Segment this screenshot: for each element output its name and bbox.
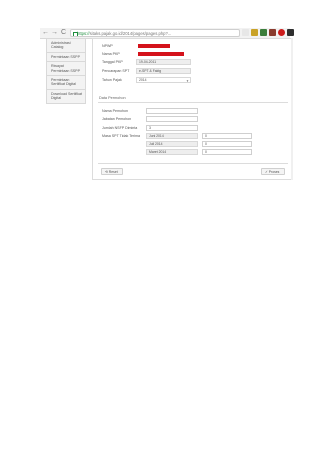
proses-button[interactable]: ✓ Proses xyxy=(261,168,285,175)
jumlah-label: Jumlah NSFP Diminta xyxy=(102,126,138,130)
sidebar-item-riwayat[interactable]: Riwayat Permintaan SSPP xyxy=(46,62,86,77)
pencetak-value: e-SPT & Faktg xyxy=(136,68,191,74)
reset-label: Reset xyxy=(108,170,118,174)
tahun-value: 2014 xyxy=(139,78,147,82)
jabatan-input[interactable] xyxy=(146,116,198,122)
nama-pemohon-input[interactable] xyxy=(146,108,198,114)
main-panel: NPWP Nama PKP Tanggal PKP 19-04-2011 Pen… xyxy=(92,38,292,180)
chevron-down-icon: ▼ xyxy=(186,78,189,83)
sidebar-item-administrasi[interactable]: Administrasi Catalog xyxy=(46,38,86,53)
extension-icon[interactable] xyxy=(278,29,285,36)
extension-icon[interactable] xyxy=(251,29,258,36)
section-title: Data Permohon xyxy=(99,96,126,100)
back-icon[interactable]: ← xyxy=(41,28,50,38)
masa-row-month: Juli 2014 xyxy=(146,141,198,147)
lock-icon xyxy=(73,32,78,36)
forward-icon[interactable]: → xyxy=(50,28,59,38)
extension-icon[interactable] xyxy=(269,29,276,36)
nama-pemohon-label: Nama Pemohon xyxy=(102,109,128,113)
nama-redacted xyxy=(138,52,184,56)
divider xyxy=(98,163,288,164)
masa-label: Masa SPT Tidak Terima xyxy=(102,134,141,138)
scrollbar[interactable] xyxy=(291,38,293,180)
pencetak-label: Pencarapan SPT xyxy=(102,69,130,73)
sidebar: Administrasi Catalog Permintaan SSPP Riw… xyxy=(46,38,86,104)
star-icon[interactable] xyxy=(242,29,249,36)
url-scheme: https:// xyxy=(77,31,90,36)
address-bar[interactable]: https://sitaks.pajak.go.id/2014/pages/pa… xyxy=(70,29,240,37)
url-path: sitaks.pajak.go.id/2014/pages/pages.php?… xyxy=(89,31,172,36)
tahun-select[interactable]: 2014 ▼ xyxy=(136,77,191,83)
sidebar-item-permintaan-sertifikat[interactable]: Permintaan Sertifikat Digital xyxy=(46,76,86,90)
nama-label: Nama PKP xyxy=(102,52,120,56)
proses-label: Proses xyxy=(268,170,280,174)
tahun-label: Tahun Pajak xyxy=(102,78,122,82)
masa-row-input[interactable]: 0 xyxy=(202,141,252,147)
masa-row-input[interactable]: 0 xyxy=(202,133,252,139)
sidebar-item-permintaan-sspp[interactable]: Permintaan SSPP xyxy=(46,52,86,63)
reset-button[interactable]: ⟲ Reset xyxy=(101,168,123,175)
masa-row-input[interactable]: 0 xyxy=(202,149,252,155)
npwp-redacted xyxy=(138,44,170,48)
jabatan-label: Jabatan Pemohon xyxy=(102,117,132,121)
jumlah-input[interactable]: 3 xyxy=(146,125,198,131)
reload-icon[interactable]: C xyxy=(59,28,68,38)
tanggal-label: Tanggal PKP xyxy=(102,60,123,64)
sidebar-item-download-sertifikat[interactable]: Download Sertifikat Digital xyxy=(46,89,86,104)
masa-row-month: Maret 2014 xyxy=(146,149,198,155)
masa-row-month: Juni 2014 xyxy=(146,133,198,139)
npwp-label: NPWP xyxy=(102,44,113,48)
tanggal-value: 19-04-2011 xyxy=(136,59,191,65)
menu-icon[interactable] xyxy=(287,29,294,36)
extension-icon[interactable] xyxy=(260,29,267,36)
divider xyxy=(98,102,288,103)
